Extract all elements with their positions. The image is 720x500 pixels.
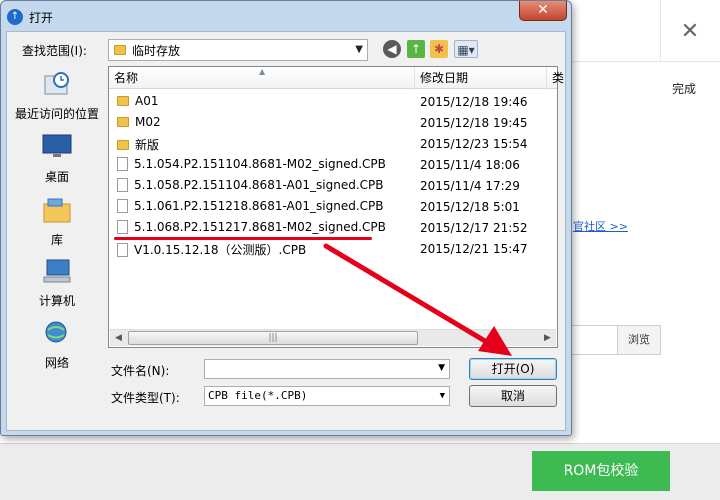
red-arrow-annotation (323, 243, 512, 356)
